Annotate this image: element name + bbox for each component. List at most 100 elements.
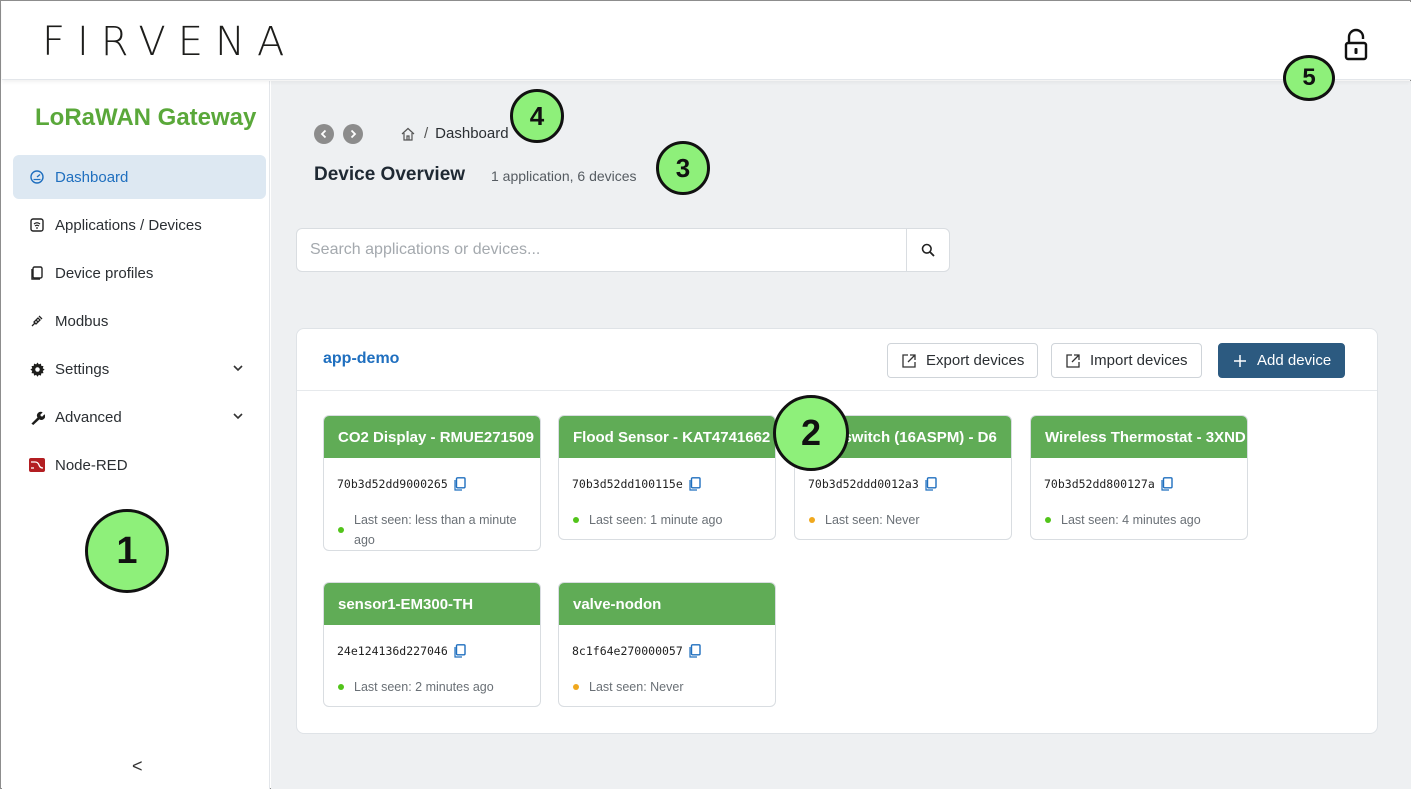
app-window: FIRVENA LoRaWAN Gateway Dashboard Applic…: [0, 0, 1411, 789]
last-seen-text: Last seen: 2 minutes ago: [354, 680, 494, 694]
add-device-label: Add device: [1257, 352, 1332, 369]
device-eui-value: 70b3d52dd100115e: [572, 477, 683, 491]
gauge-icon: [29, 169, 45, 185]
export-devices-label: Export devices: [926, 352, 1025, 369]
page-title: Device Overview: [314, 164, 466, 185]
status-dot-never: [573, 684, 579, 690]
sidebar-item-label: Settings: [55, 360, 110, 378]
collapse-sidebar-button[interactable]: <: [132, 756, 143, 777]
last-seen: Last seen: 4 minutes ago: [1045, 510, 1241, 530]
chevron-down-icon: [233, 413, 243, 420]
device-card[interactable]: valve-nodon 8c1f64e270000057 Last seen: …: [558, 582, 776, 707]
import-devices-label: Import devices: [1090, 352, 1188, 369]
search-icon: [921, 243, 935, 257]
sidebar-item-label: Node-RED: [55, 456, 128, 474]
sidebar-item-label: Advanced: [55, 408, 122, 426]
sidebar-item-dashboard[interactable]: Dashboard: [13, 155, 266, 199]
device-eui: 24e124136d227046: [337, 644, 466, 658]
search-button[interactable]: [906, 229, 949, 271]
breadcrumb-separator: /: [424, 125, 429, 142]
status-dot-online: [573, 517, 579, 523]
top-header: FIRVENA: [2, 2, 1411, 80]
last-seen: Last seen: Never: [573, 677, 769, 697]
device-name: valve-nodon: [559, 583, 775, 625]
sidebar-item-settings[interactable]: Settings: [13, 347, 266, 391]
copy-icon[interactable]: [1161, 477, 1173, 491]
sidebar-item-device-profiles[interactable]: Device profiles: [13, 251, 266, 295]
application-panel: app-demo Export devices Import devices A…: [296, 328, 1378, 734]
export-devices-button[interactable]: Export devices: [887, 343, 1039, 378]
last-seen: Last seen: 1 minute ago: [573, 510, 769, 530]
wifi-box-icon: [29, 217, 45, 233]
copy-icon[interactable]: [689, 644, 701, 658]
copy-icon[interactable]: [454, 644, 466, 658]
device-card[interactable]: sensor1-EM300-TH 24e124136d227046 Last s…: [323, 582, 541, 707]
callout-3: 3: [656, 141, 710, 195]
forward-button[interactable]: [343, 124, 363, 144]
device-eui: 70b3d52dd100115e: [572, 477, 701, 491]
back-button[interactable]: [314, 124, 334, 144]
last-seen-text: Last seen: less than a minute ago: [354, 513, 517, 547]
last-seen-text: Last seen: Never: [825, 513, 920, 527]
breadcrumb-current: Dashboard: [435, 125, 509, 142]
callout-5: 5: [1283, 55, 1335, 101]
status-dot-online: [338, 684, 344, 690]
status-dot-never: [809, 517, 815, 523]
last-seen: Last seen: 2 minutes ago: [338, 677, 534, 697]
device-name: CO2 Display - RMUE271509: [324, 416, 540, 458]
device-name: Flood Sensor - KAT4741662: [559, 416, 775, 458]
device-card[interactable]: CO2 Display - RMUE271509 70b3d52dd900026…: [323, 415, 541, 551]
chevron-down-icon: [233, 365, 243, 372]
copy-icon[interactable]: [689, 477, 701, 491]
copy-icon[interactable]: [454, 477, 466, 491]
callout-2: 2: [773, 395, 849, 471]
device-name: Wireless Thermostat - 3XND: [1031, 416, 1247, 458]
sidebar-item-node-red[interactable]: Node-RED: [13, 443, 266, 487]
device-eui-value: 70b3d52dd800127a: [1044, 477, 1155, 491]
application-header: app-demo Export devices Import devices A…: [297, 329, 1377, 391]
page-subtitle: 1 application, 6 devices: [491, 168, 637, 184]
callout-4: 4: [510, 89, 564, 143]
sidebar: LoRaWAN Gateway Dashboard Applications /…: [2, 81, 270, 789]
external-link-icon: [902, 353, 916, 368]
sidebar-item-applications-devices[interactable]: Applications / Devices: [13, 203, 266, 247]
last-seen: Last seen: Never: [809, 510, 1005, 530]
search-input[interactable]: [297, 229, 907, 271]
callout-1: 1: [85, 509, 169, 593]
last-seen-text: Last seen: Never: [589, 680, 684, 694]
plug-icon: [29, 313, 45, 329]
device-card[interactable]: Flood Sensor - KAT4741662 70b3d52dd10011…: [558, 415, 776, 540]
device-eui-value: 70b3d52ddd0012a3: [808, 477, 919, 491]
node-red-icon: [29, 457, 45, 473]
gateway-title: LoRaWAN Gateway: [35, 104, 257, 131]
device-eui: 70b3d52dd800127a: [1044, 477, 1173, 491]
device-eui-value: 8c1f64e270000057: [572, 644, 683, 658]
application-name-link[interactable]: app-demo: [323, 350, 399, 368]
add-device-button[interactable]: Add device: [1218, 343, 1346, 378]
plus-icon: [1234, 354, 1246, 367]
gear-icon: [29, 361, 45, 377]
chevron-left-icon: [320, 129, 327, 139]
copy-icon: [29, 265, 45, 281]
sidebar-item-advanced[interactable]: Advanced: [13, 395, 266, 439]
status-dot-online: [338, 527, 344, 533]
last-seen-text: Last seen: 4 minutes ago: [1061, 513, 1201, 527]
sidebar-item-label: Device profiles: [55, 264, 154, 282]
sidebar-item-modbus[interactable]: Modbus: [13, 299, 266, 343]
unlocked-padlock-icon[interactable]: [1342, 28, 1370, 62]
chevron-right-icon: [350, 129, 357, 139]
status-dot-online: [1045, 517, 1051, 523]
device-card[interactable]: Wireless Thermostat - 3XND 70b3d52dd8001…: [1030, 415, 1248, 540]
sidebar-item-label: Applications / Devices: [55, 216, 202, 234]
device-eui: 70b3d52dd9000265: [337, 477, 466, 491]
device-eui-value: 70b3d52dd9000265: [337, 477, 448, 491]
home-icon[interactable]: [400, 126, 416, 142]
wrench-icon: [29, 409, 45, 425]
device-eui: 70b3d52ddd0012a3: [808, 477, 937, 491]
import-devices-button[interactable]: Import devices: [1051, 343, 1202, 378]
sidebar-item-label: Dashboard: [55, 168, 129, 186]
device-eui-value: 24e124136d227046: [337, 644, 448, 658]
external-link-icon: [1066, 353, 1080, 368]
breadcrumb: / Dashboard: [400, 125, 509, 142]
copy-icon[interactable]: [925, 477, 937, 491]
